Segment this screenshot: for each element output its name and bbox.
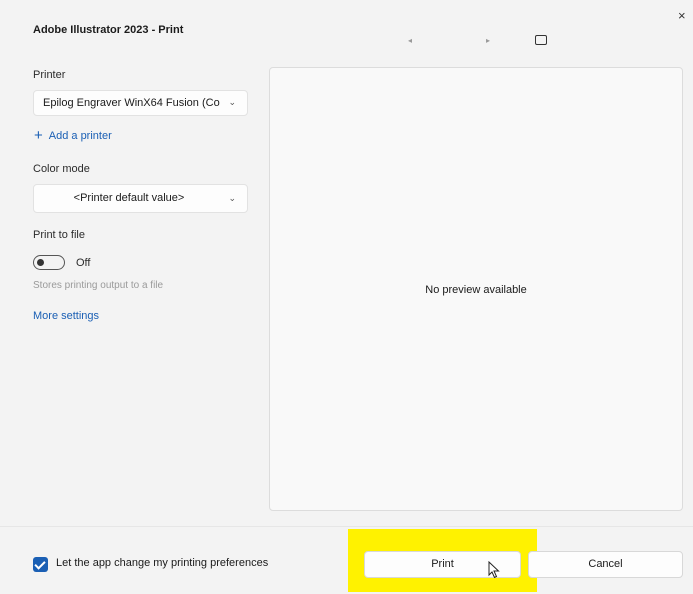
cancel-button[interactable]: Cancel: [528, 551, 683, 578]
print-to-file-state: Off: [76, 257, 91, 269]
app-preferences-label: Let the app change my printing preferenc…: [56, 557, 269, 569]
printer-select[interactable]: Epilog Engraver WinX64 Fusion (Co ⌄: [33, 90, 248, 116]
preview-message: No preview available: [425, 284, 527, 296]
checkmark-icon: [34, 558, 46, 570]
close-icon[interactable]: ×: [678, 8, 686, 23]
printer-label: Printer: [33, 69, 66, 81]
print-to-file-hint: Stores printing output to a file: [33, 280, 164, 291]
footer-divider: [0, 526, 693, 527]
chevron-down-icon: ⌄: [228, 97, 236, 107]
previous-page-icon[interactable]: ◂: [408, 36, 412, 45]
add-printer-link[interactable]: + Add a printer: [34, 126, 112, 144]
fit-to-window-icon[interactable]: [535, 35, 547, 45]
mouse-pointer-icon: [488, 561, 500, 579]
printer-select-value: Epilog Engraver WinX64 Fusion (Co: [43, 97, 220, 109]
add-printer-label: Add a printer: [48, 130, 112, 142]
print-to-file-label: Print to file: [33, 229, 85, 241]
more-settings-link[interactable]: More settings: [33, 310, 99, 322]
color-mode-select-value: <Printer default value>: [73, 192, 185, 204]
toggle-knob: [37, 259, 44, 266]
plus-icon: +: [34, 127, 43, 144]
print-to-file-toggle[interactable]: [33, 255, 65, 270]
app-preferences-checkbox[interactable]: [33, 557, 48, 572]
chevron-down-icon: ⌄: [228, 193, 236, 203]
color-mode-label: Color mode: [33, 163, 90, 175]
next-page-icon[interactable]: ▸: [486, 36, 490, 45]
color-mode-select[interactable]: <Printer default value> ⌄: [33, 184, 248, 213]
dialog-title: Adobe Illustrator 2023 - Print: [33, 24, 184, 36]
print-preview-area: No preview available: [269, 67, 683, 511]
